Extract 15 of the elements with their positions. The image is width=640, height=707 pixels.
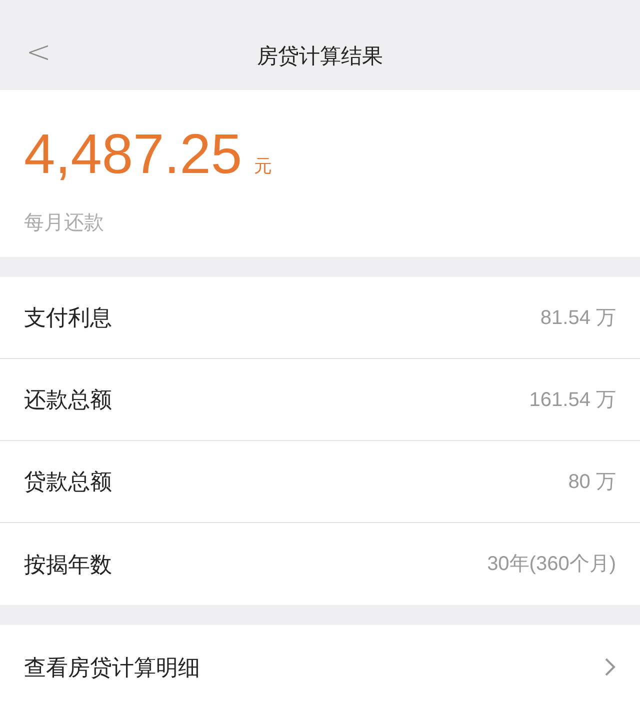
row-value: 81.54 万 — [540, 306, 616, 330]
chevron-right-icon — [604, 657, 616, 677]
row-value: 30年(360个月) — [487, 552, 616, 577]
detail-label: 查看房贷计算明细 — [24, 654, 200, 682]
monthly-label: 每月还款 — [24, 211, 105, 236]
row-value: 80 万 — [568, 470, 616, 494]
row-value: 161.54 万 — [529, 388, 616, 412]
row-label: 贷款总额 — [24, 468, 112, 496]
monthly-amount: 4,487.25 — [24, 126, 242, 182]
row-label: 按揭年数 — [24, 550, 112, 578]
page-title: 房贷计算结果 — [257, 44, 383, 70]
detail-link[interactable]: 查看房贷计算明细 — [0, 625, 640, 707]
row-label: 还款总额 — [24, 386, 112, 414]
currency-unit: 元 — [254, 155, 272, 178]
row-label: 支付利息 — [24, 304, 112, 332]
